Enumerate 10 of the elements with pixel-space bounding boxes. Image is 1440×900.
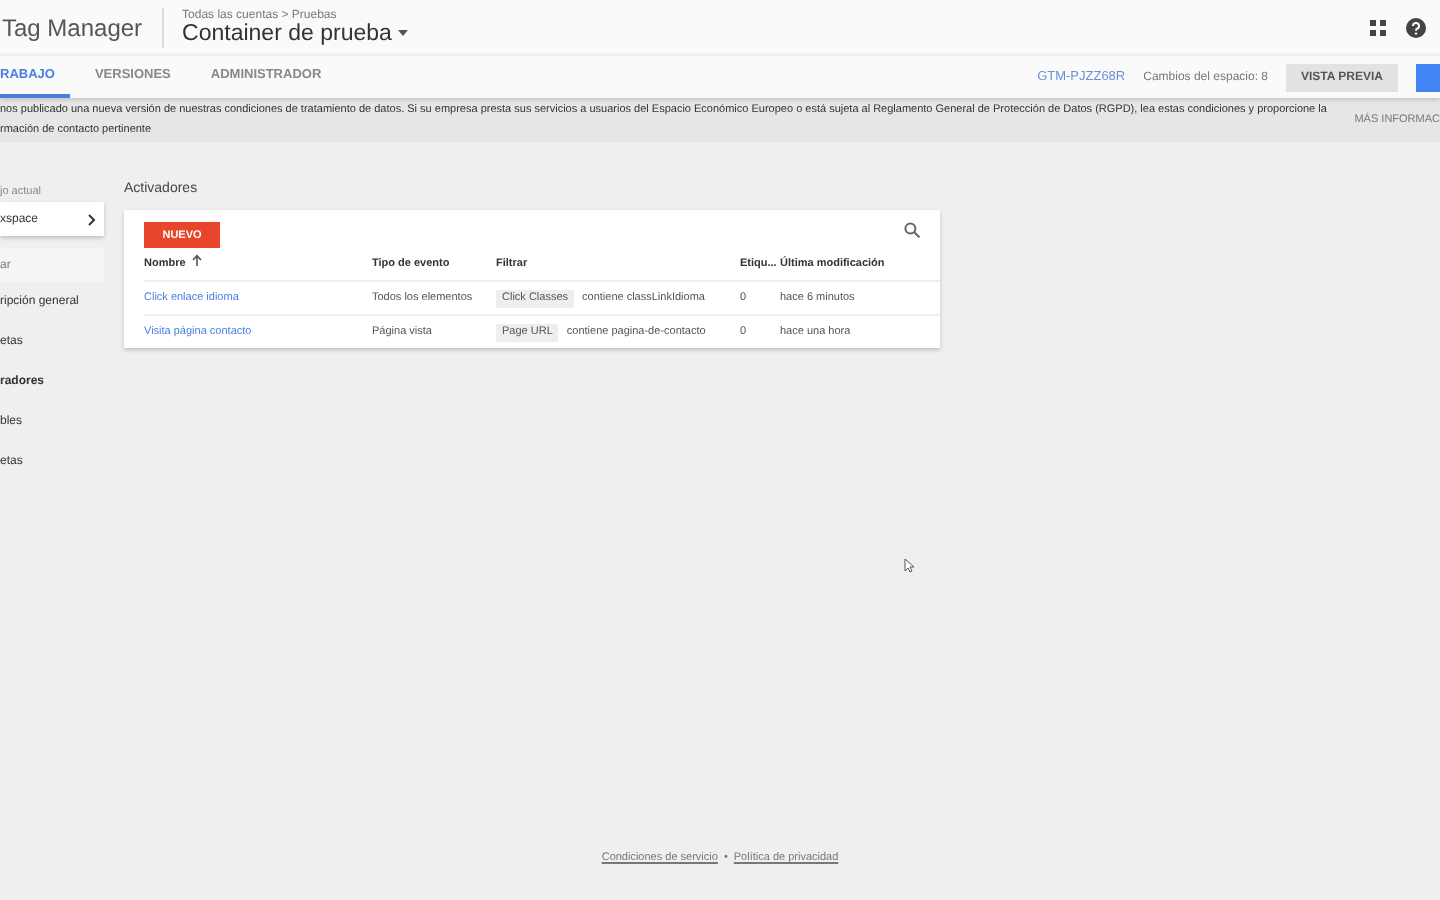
sort-arrow-icon xyxy=(191,254,202,266)
search-icon[interactable] xyxy=(904,222,920,238)
apps-grid-icon[interactable] xyxy=(1370,19,1386,35)
container-selector[interactable]: Container de prueba xyxy=(182,21,408,45)
product-name: Tag Manager xyxy=(0,7,165,47)
help-icon[interactable] xyxy=(1406,17,1426,37)
cursor-icon xyxy=(904,558,914,574)
chevron-right-icon xyxy=(88,213,96,225)
submit-button[interactable] xyxy=(1416,63,1440,91)
dropdown-caret-icon xyxy=(397,30,408,36)
